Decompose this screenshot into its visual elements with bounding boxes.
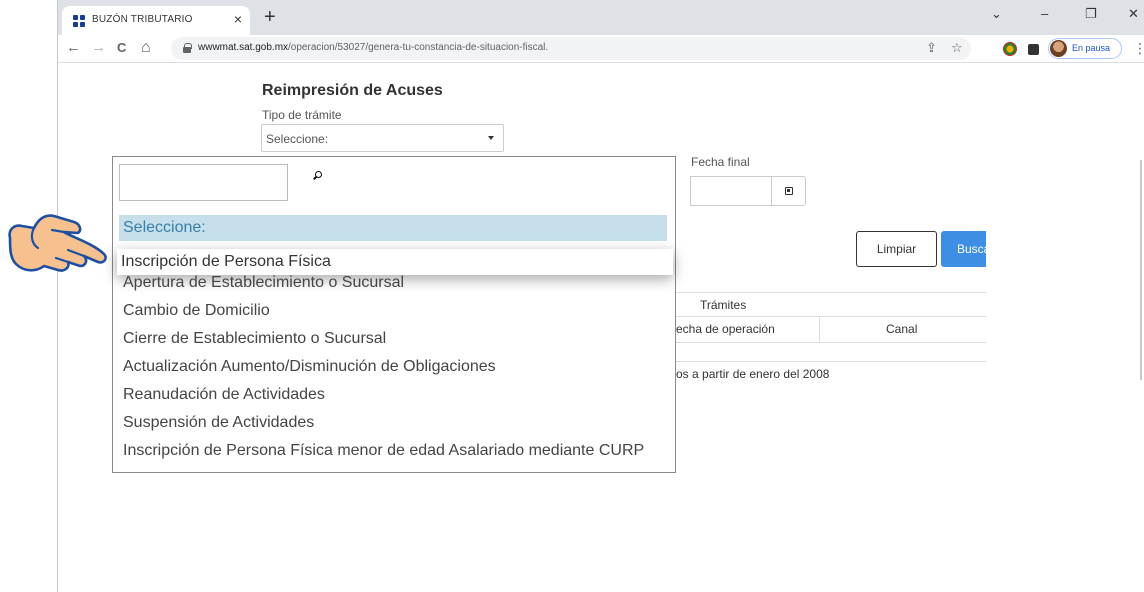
tab-search-chevron-icon[interactable]: ⌄ bbox=[991, 5, 1002, 23]
col-fecha-operacion: echa de operación bbox=[676, 322, 775, 336]
address-bar[interactable]: wwwmat.sat.gob.mx/operacion/53027/genera… bbox=[171, 37, 971, 60]
col-canal: Canal bbox=[886, 322, 918, 336]
home-button[interactable]: ⌂ bbox=[141, 38, 151, 58]
browser-tab-bar: BUZÓN TRIBUTARIO × + ⌄ – ❐ ✕ bbox=[58, 0, 1144, 35]
puzzle-icon[interactable] bbox=[1028, 44, 1039, 55]
caret-down-icon bbox=[488, 136, 494, 140]
minimize-button[interactable]: – bbox=[1041, 5, 1048, 23]
tab-close-icon[interactable]: × bbox=[234, 11, 242, 27]
sat-favicon-icon bbox=[73, 15, 85, 27]
back-button[interactable]: ← bbox=[66, 38, 81, 58]
limpiar-button[interactable]: Limpiar bbox=[856, 231, 937, 267]
buscar-button[interactable]: Buscar bbox=[941, 231, 986, 267]
search-icon[interactable] bbox=[312, 170, 323, 181]
bookmark-star-icon[interactable]: ☆ bbox=[951, 40, 963, 56]
tipo-tramite-dropdown: Seleccione: Inscripción de Persona Físic… bbox=[112, 156, 676, 473]
dropdown-option[interactable]: Suspensión de Actividades bbox=[119, 412, 667, 434]
tab-title: BUZÓN TRIBUTARIO bbox=[92, 14, 193, 25]
reload-button[interactable]: C bbox=[117, 38, 126, 58]
table-header-bottom-rule bbox=[676, 342, 986, 343]
forward-button[interactable]: → bbox=[91, 38, 106, 58]
close-window-button[interactable]: ✕ bbox=[1128, 5, 1139, 23]
dropdown-search-input[interactable] bbox=[119, 164, 288, 201]
page-title: Reimpresión de Acuses bbox=[262, 82, 443, 99]
table-note: os a partir de enero del 2008 bbox=[676, 367, 830, 381]
extension-icon[interactable] bbox=[1003, 42, 1017, 56]
dropdown-option[interactable]: Cierre de Establecimiento o Sucursal bbox=[119, 328, 667, 350]
table-column-divider bbox=[819, 316, 820, 342]
dropdown-option[interactable]: Apertura de Establecimiento o Sucursal bbox=[119, 272, 667, 294]
tipo-tramite-label: Tipo de trámite bbox=[262, 108, 342, 122]
profile-button[interactable]: En pausa bbox=[1048, 38, 1122, 59]
new-tab-button[interactable]: + bbox=[264, 6, 276, 28]
tramites-group-header: Trámites bbox=[700, 298, 747, 312]
scrollbar[interactable] bbox=[1140, 160, 1142, 380]
lock-icon[interactable] bbox=[183, 43, 192, 53]
share-icon[interactable]: ⇪ bbox=[926, 40, 937, 56]
dropdown-option[interactable]: Actualización Aumento/Disminución de Obl… bbox=[119, 356, 667, 378]
fecha-final-label: Fecha final bbox=[691, 155, 750, 169]
dropdown-option[interactable]: Inscripción de Persona Física menor de e… bbox=[119, 440, 667, 462]
hand-pointer-icon bbox=[8, 214, 107, 272]
restore-button[interactable]: ❐ bbox=[1085, 5, 1097, 23]
select-value: Seleccione: bbox=[266, 132, 329, 146]
dropdown-option-seleccione[interactable]: Seleccione: bbox=[119, 215, 667, 241]
tipo-tramite-select[interactable]: Seleccione: bbox=[261, 124, 504, 152]
table-body-rule bbox=[676, 361, 986, 362]
tab-buzon-tributario[interactable]: BUZÓN TRIBUTARIO × bbox=[62, 6, 250, 35]
avatar bbox=[1050, 40, 1067, 57]
dropdown-option[interactable]: Cambio de Domicilio bbox=[119, 300, 667, 322]
page-left-border bbox=[57, 0, 58, 592]
profile-status: En pausa bbox=[1072, 43, 1111, 53]
browser-toolbar: ← → C ⌂ wwwmat.sat.gob.mx/operacion/5302… bbox=[58, 35, 1144, 63]
table-header-rule bbox=[676, 316, 986, 317]
url-text: wwwmat.sat.gob.mx/operacion/53027/genera… bbox=[198, 42, 549, 53]
browser-menu-icon[interactable]: ⋮ bbox=[1133, 40, 1144, 57]
table-top-rule bbox=[676, 292, 986, 293]
calendar-button[interactable] bbox=[771, 176, 806, 206]
fecha-final-input[interactable] bbox=[690, 176, 772, 206]
dropdown-option[interactable]: Reanudación de Actividades bbox=[119, 384, 667, 406]
calendar-icon bbox=[785, 187, 793, 195]
